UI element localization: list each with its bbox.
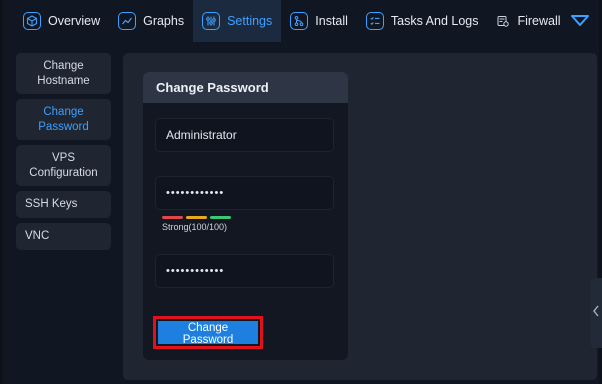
checklist-icon: [365, 12, 384, 30]
top-nav: Overview Graphs Settings Install Tasks A…: [14, 0, 598, 42]
side-panel-toggle[interactable]: [590, 278, 602, 348]
sidebar-item-vps-configuration[interactable]: VPS Configuration: [16, 145, 111, 186]
nav-label: Firewall: [517, 14, 561, 28]
nav-graphs[interactable]: Graphs: [109, 0, 193, 42]
password-strength-meter: [162, 216, 234, 219]
new-password-field[interactable]: [155, 176, 334, 210]
strength-segment: [162, 216, 183, 219]
nav-firewall[interactable]: Firewall: [487, 0, 569, 42]
nav-label: Graphs: [143, 14, 185, 28]
sliders-icon: [202, 12, 221, 30]
highlight-box: Change Password: [153, 316, 263, 349]
strength-segment: [210, 216, 231, 219]
confirm-password-field[interactable]: [155, 254, 334, 288]
strength-segment: [186, 216, 207, 219]
nav-label: Tasks And Logs: [390, 14, 479, 28]
sidebar-item-label: VNC: [25, 230, 50, 242]
sidebar-item-label: VPS Configuration: [29, 152, 98, 179]
nav-label: Overview: [48, 14, 101, 28]
change-password-button[interactable]: Change Password: [158, 321, 258, 346]
chevron-left-icon: [592, 304, 600, 322]
nav-label: Install: [315, 14, 348, 28]
settings-sidebar: Change Hostname Change Password VPS Conf…: [16, 53, 111, 255]
sidebar-item-ssh-keys[interactable]: SSH Keys: [16, 191, 111, 218]
username-field[interactable]: [155, 118, 334, 152]
nav-install[interactable]: Install: [281, 0, 357, 42]
sidebar-item-change-password[interactable]: Change Password: [16, 99, 111, 140]
git-branch-icon: [290, 12, 309, 30]
sidebar-item-label: SSH Keys: [25, 198, 78, 210]
card-title: Change Password: [143, 72, 348, 103]
nav-overview[interactable]: Overview: [14, 0, 109, 42]
chevron-down-icon[interactable]: [570, 14, 590, 28]
sidebar-item-label: Change Password: [38, 106, 89, 133]
cube-icon: [23, 12, 41, 30]
chart-line-icon: [118, 12, 137, 30]
sidebar-item-vnc[interactable]: VNC: [16, 223, 111, 250]
firewall-icon: [496, 14, 510, 28]
change-password-card: Change Password Strong(100/100) Change P…: [143, 72, 348, 360]
nav-settings[interactable]: Settings: [193, 0, 282, 42]
nav-label: Settings: [227, 14, 273, 28]
sidebar-item-label: Change Hostname: [37, 60, 90, 87]
sidebar-item-change-hostname[interactable]: Change Hostname: [16, 53, 111, 94]
nav-tasks-and-logs[interactable]: Tasks And Logs: [357, 0, 488, 42]
password-strength-label: Strong(100/100): [162, 222, 228, 232]
